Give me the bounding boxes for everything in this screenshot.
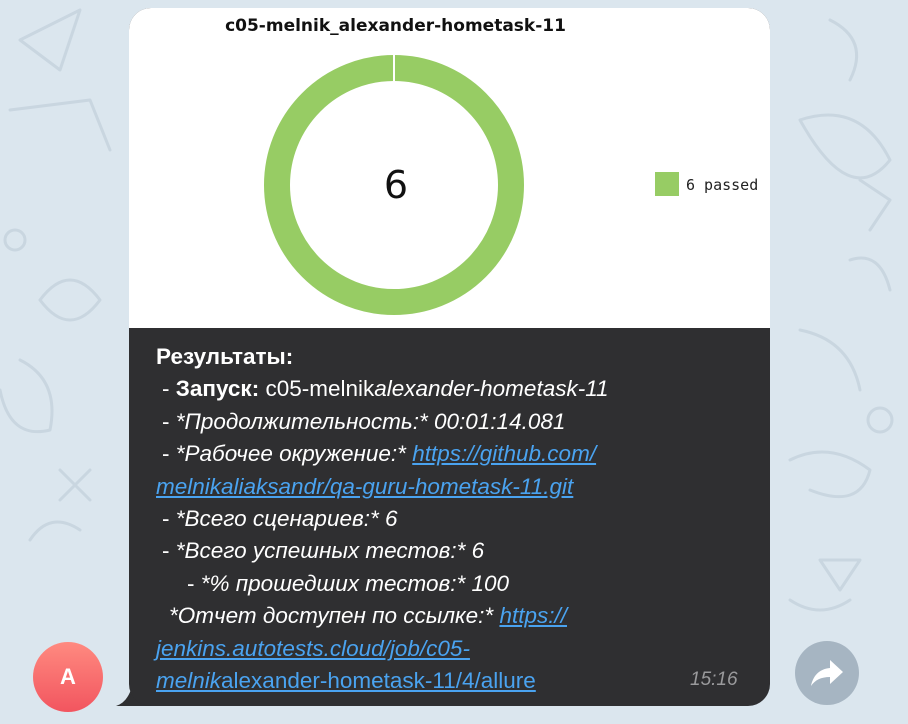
report-link-cont2[interactable]: melnikalexander-hometask-11/4/allure: [156, 668, 536, 693]
legend-swatch-passed: [655, 172, 679, 196]
environment-line: - *Рабочее окружение:* https://github.co…: [162, 441, 597, 467]
results-heading: Результаты:: [156, 344, 294, 369]
github-link[interactable]: https://github.com/: [412, 441, 596, 466]
donut-center-value: 6: [384, 163, 408, 207]
allure-chart-image[interactable]: c05-melnik_alexander-hometask-11 6 6 pas…: [129, 8, 770, 328]
report-line: *Отчет доступен по ссылке:* https://: [169, 603, 567, 629]
environment-line-cont: melnikaliaksandr/qa-guru-hometask-11.git: [156, 471, 756, 503]
legend-label-passed: 6 passed: [686, 176, 758, 194]
passed-tests-line: - *Всего успешных тестов:* 6: [162, 538, 485, 564]
duration-line: - *Продолжительность:* 00:01:14.081: [162, 408, 566, 434]
message-text: Результаты: - Запуск: c05-melnikalexande…: [156, 341, 756, 697]
share-button[interactable]: [795, 641, 859, 705]
share-arrow-icon: [811, 660, 843, 686]
github-link-cont[interactable]: melnikaliaksandr/qa-guru-hometask-11.git: [156, 474, 573, 499]
report-line-cont2: melnikalexander-hometask-11/4/allure: [156, 665, 756, 697]
message-bubble[interactable]: c05-melnik_alexander-hometask-11 6 6 pas…: [129, 8, 770, 706]
report-link-cont[interactable]: jenkins.autotests.cloud/job/c05-: [156, 636, 470, 661]
scenarios-line: - *Всего сценариев:* 6: [162, 506, 398, 532]
report-link[interactable]: https://: [499, 603, 567, 628]
percent-line: - *% прошедших тестов:* 100: [187, 570, 510, 596]
donut-chart: 6 6 passed: [264, 55, 758, 315]
run-line: - Запуск: c05-melnikalexander-hometask-1…: [162, 376, 609, 402]
avatar[interactable]: A: [33, 642, 103, 712]
report-line-cont: jenkins.autotests.cloud/job/c05-: [156, 633, 756, 665]
message-timestamp: 15:16: [690, 669, 738, 690]
